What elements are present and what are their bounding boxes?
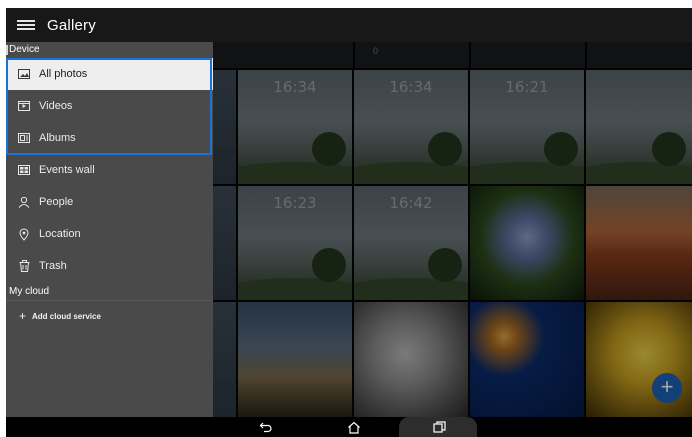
app-title: Gallery <box>47 16 96 34</box>
album-icon <box>17 131 31 145</box>
recent-apps-button[interactable] <box>430 418 448 436</box>
home-button[interactable] <box>345 418 363 436</box>
plus-icon: + <box>19 309 27 323</box>
home-icon <box>348 421 360 434</box>
drawer-item-label: Events wall <box>39 164 95 176</box>
section-header-my-cloud: My cloud <box>9 286 50 297</box>
trash-icon <box>17 259 31 273</box>
drawer-item-label: Location <box>39 228 81 240</box>
drawer-item-all-photos[interactable]: All photos <box>6 58 213 90</box>
drawer-item-trash[interactable]: Trash <box>6 250 213 282</box>
drawer-item-label: People <box>39 196 74 208</box>
video-icon <box>17 99 31 113</box>
drawer-item-label: Trash <box>39 260 67 272</box>
drawer-item-label: Videos <box>39 100 73 112</box>
location-pin-icon <box>17 227 31 241</box>
events-wall-icon <box>17 163 31 177</box>
drawer-item-events-wall[interactable]: Events wall <box>6 154 213 186</box>
drawer-item-people[interactable]: People <box>6 186 213 218</box>
navigation-drawer: Device All photos Videos Albums Events w… <box>6 42 213 417</box>
section-header-device: Device <box>6 42 213 58</box>
drawer-item-label: All photos <box>39 68 88 80</box>
device-screen: 0 16:34 16:34 16:21 16:23 16:42 + Galler… <box>6 8 692 437</box>
app-bar: Gallery <box>6 8 692 42</box>
drawer-item-albums[interactable]: Albums <box>6 122 213 154</box>
system-nav-bar <box>6 417 692 437</box>
back-button[interactable] <box>257 418 275 436</box>
add-cloud-service-label: Add cloud service <box>32 311 101 321</box>
add-cloud-service-button[interactable]: + Add cloud service <box>6 301 213 331</box>
photo-icon <box>17 67 31 81</box>
menu-icon[interactable] <box>15 17 37 33</box>
back-icon <box>259 422 272 433</box>
recent-apps-icon <box>432 421 446 433</box>
person-icon <box>17 195 31 209</box>
drawer-item-label: Albums <box>39 132 76 144</box>
drawer-scrim[interactable] <box>213 42 692 417</box>
drawer-item-location[interactable]: Location <box>6 218 213 250</box>
drawer-item-videos[interactable]: Videos <box>6 90 213 122</box>
